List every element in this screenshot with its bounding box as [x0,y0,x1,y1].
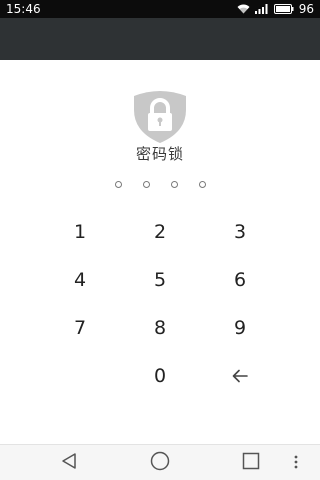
back-triangle-icon [60,452,78,474]
navigation-bar [0,444,320,480]
status-icons: 96 [237,2,314,16]
battery-level: 96 [298,2,314,16]
wifi-icon [237,4,250,14]
keypad: 1 2 3 4 5 6 7 8 9 0 [0,208,320,400]
key-8[interactable]: 8 [120,304,200,352]
menu-button[interactable] [288,451,304,475]
key-4[interactable]: 4 [40,256,120,304]
key-2[interactable]: 2 [120,208,200,256]
status-time: 15:46 [6,2,41,16]
home-button[interactable] [147,451,173,475]
key-5[interactable]: 5 [120,256,200,304]
app-bar [0,18,320,60]
pin-dots [0,179,320,191]
pin-dot [114,181,122,188]
pin-dot [198,181,206,188]
pin-dot [170,181,178,188]
key-9[interactable]: 9 [200,304,280,352]
menu-dots-icon [294,454,298,473]
lock-title: 密码锁 [135,145,184,163]
signal-icon [254,4,269,14]
pin-dot [142,181,150,188]
battery-icon [273,4,294,14]
shield-lock-icon [131,88,189,144]
recents-button[interactable] [238,451,264,475]
back-button[interactable] [56,451,82,475]
key-0[interactable]: 0 [120,352,200,400]
recents-square-icon [242,452,260,474]
key-1[interactable]: 1 [40,208,120,256]
home-circle-icon [150,451,170,475]
backspace-arrow-icon [232,369,248,383]
backspace-button[interactable] [200,352,280,400]
key-7[interactable]: 7 [40,304,120,352]
status-bar: 15:46 96 [0,0,320,18]
key-6[interactable]: 6 [200,256,280,304]
key-3[interactable]: 3 [200,208,280,256]
